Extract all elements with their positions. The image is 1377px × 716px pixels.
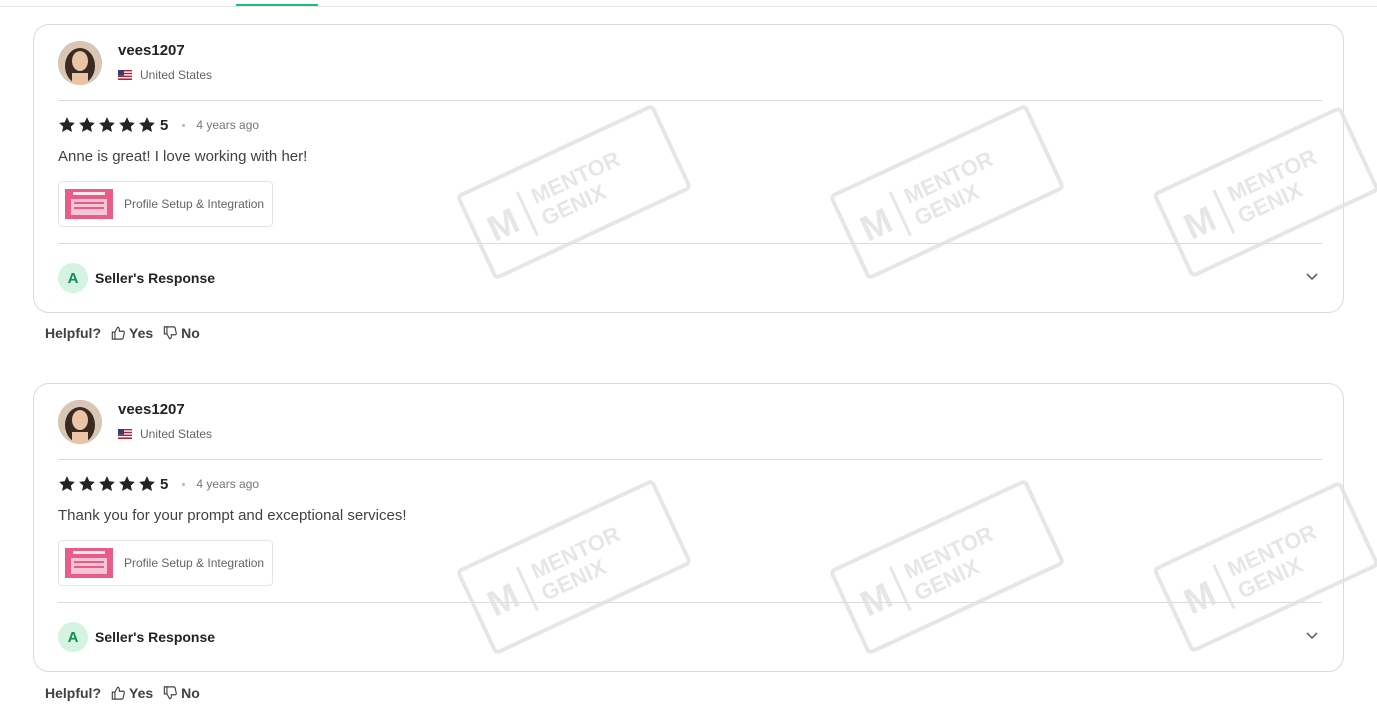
helpful-yes-label: Yes bbox=[129, 325, 154, 341]
helpful-row: Helpful? Yes No bbox=[45, 325, 200, 341]
helpful-row: Helpful? Yes No bbox=[45, 685, 200, 701]
seller-response-toggle[interactable]: A Seller's Response bbox=[58, 263, 215, 293]
gig-title: Profile Setup & Integration bbox=[124, 556, 265, 570]
gig-thumbnail bbox=[65, 548, 113, 578]
helpful-label: Helpful? bbox=[45, 325, 101, 341]
reviewer-country: United States bbox=[118, 68, 212, 82]
helpful-yes-button[interactable]: Yes bbox=[111, 685, 153, 701]
review-time: 4 years ago bbox=[196, 118, 260, 132]
reviewer-country: United States bbox=[118, 427, 212, 441]
rating-value: 5 bbox=[160, 116, 169, 134]
helpful-no-label: No bbox=[181, 685, 200, 701]
helpful-yes-label: Yes bbox=[129, 685, 154, 701]
rating-row: 5 4 years ago bbox=[58, 475, 259, 493]
review-text: Anne is great! I love working with her! bbox=[58, 148, 308, 165]
star-icon bbox=[119, 476, 135, 491]
seller-avatar: A bbox=[58, 263, 88, 293]
avatar[interactable] bbox=[58, 41, 102, 85]
review-card: vees1207 United States 5 4 years ago Tha… bbox=[33, 383, 1344, 672]
seller-response-label: Seller's Response bbox=[95, 270, 216, 286]
divider bbox=[58, 602, 1322, 603]
star-icon bbox=[99, 476, 115, 491]
rating-row: 5 4 years ago bbox=[58, 116, 259, 134]
review-text: Thank you for your prompt and exceptiona… bbox=[58, 507, 407, 524]
seller-avatar: A bbox=[58, 622, 88, 652]
country-name: United States bbox=[140, 427, 213, 441]
review-card: vees1207 United States 5 4 years ago Ann… bbox=[33, 24, 1344, 313]
gig-thumbnail bbox=[65, 189, 113, 219]
divider bbox=[58, 100, 1322, 101]
reviewer-username[interactable]: vees1207 bbox=[118, 401, 185, 418]
helpful-no-button[interactable]: No bbox=[163, 685, 200, 701]
separator-dot bbox=[182, 482, 186, 486]
review-time: 4 years ago bbox=[196, 477, 260, 491]
thumbs-up-icon bbox=[111, 326, 125, 340]
star-rating bbox=[58, 116, 156, 134]
reviewer-username[interactable]: vees1207 bbox=[118, 42, 185, 59]
separator-dot bbox=[182, 123, 186, 127]
star-icon bbox=[79, 476, 95, 491]
seller-response-label: Seller's Response bbox=[95, 629, 216, 645]
country-name: United States bbox=[140, 68, 213, 82]
star-icon bbox=[119, 117, 135, 132]
thumbs-down-icon bbox=[163, 686, 178, 700]
gig-reference[interactable]: Profile Setup & Integration bbox=[58, 181, 273, 227]
chevron-down-icon[interactable] bbox=[1305, 269, 1319, 283]
seller-response-toggle[interactable]: A Seller's Response bbox=[58, 622, 215, 652]
star-icon bbox=[59, 117, 75, 132]
thumbs-down-icon bbox=[163, 326, 178, 340]
divider bbox=[58, 459, 1322, 460]
chevron-down-icon[interactable] bbox=[1305, 628, 1319, 642]
helpful-yes-button[interactable]: Yes bbox=[111, 325, 153, 341]
helpful-no-button[interactable]: No bbox=[163, 325, 200, 341]
star-rating bbox=[58, 475, 156, 493]
star-icon bbox=[139, 476, 155, 491]
rating-value: 5 bbox=[160, 475, 169, 493]
star-icon bbox=[139, 117, 155, 132]
divider bbox=[58, 243, 1322, 244]
gig-reference[interactable]: Profile Setup & Integration bbox=[58, 540, 273, 586]
helpful-label: Helpful? bbox=[45, 685, 101, 701]
top-tab-bar bbox=[0, 0, 1377, 7]
thumbs-up-icon bbox=[111, 686, 125, 700]
star-icon bbox=[59, 476, 75, 491]
star-icon bbox=[79, 117, 95, 132]
us-flag-icon bbox=[118, 429, 132, 439]
active-tab-indicator bbox=[236, 4, 318, 6]
helpful-no-label: No bbox=[181, 325, 200, 341]
gig-title: Profile Setup & Integration bbox=[124, 197, 265, 211]
avatar[interactable] bbox=[58, 400, 102, 444]
star-icon bbox=[99, 117, 115, 132]
us-flag-icon bbox=[118, 70, 132, 80]
